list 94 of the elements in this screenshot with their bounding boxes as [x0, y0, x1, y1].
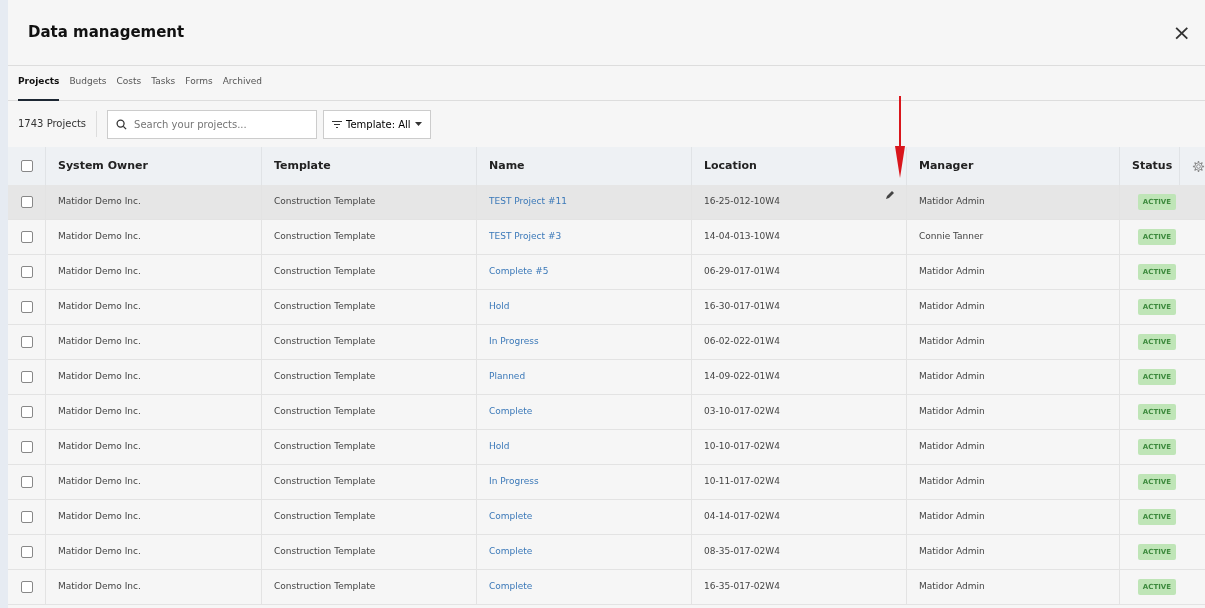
select-all-checkbox[interactable]: [20, 160, 33, 172]
tab[interactable]: Projects: [18, 65, 60, 101]
project-link[interactable]: Complete #5: [489, 265, 549, 279]
pencil-icon[interactable]: [885, 191, 894, 200]
table-cell: Matidor Admin: [919, 300, 985, 314]
column-header: Name: [489, 157, 525, 174]
row-checkbox[interactable]: [20, 441, 33, 453]
table-cell: 16-30-017-01W4: [704, 300, 780, 314]
row-checkbox[interactable]: [20, 266, 33, 278]
row-checkbox[interactable]: [20, 371, 33, 383]
table-cell: Construction Template: [274, 545, 376, 559]
table-cell: Matidor Demo Inc.: [58, 580, 141, 594]
table-cell: Matidor Demo Inc.: [58, 545, 141, 559]
tab[interactable]: Archived: [222, 65, 263, 101]
table-cell: Matidor Admin: [919, 265, 985, 279]
project-link[interactable]: Planned: [489, 370, 526, 384]
project-link[interactable]: Hold: [489, 440, 510, 454]
template-filter[interactable]: Template: All: [323, 109, 431, 139]
table-cell: 10-11-017-02W4: [704, 475, 780, 489]
table-cell: Matidor Admin: [919, 335, 985, 349]
project-count: 1743 Projects: [18, 111, 98, 137]
tab[interactable]: Tasks: [151, 65, 176, 101]
column-header: Template: [274, 157, 331, 174]
row-checkbox[interactable]: [20, 476, 33, 488]
row-checkbox[interactable]: [20, 231, 33, 243]
row-checkbox[interactable]: [20, 546, 33, 558]
table-cell: Construction Template: [274, 265, 376, 279]
table-cell: Construction Template: [274, 370, 376, 384]
tab[interactable]: Forms: [185, 65, 213, 101]
table-cell: 14-09-022-01W4: [704, 370, 780, 384]
table-cell: Matidor Admin: [919, 475, 985, 489]
settings-icon[interactable]: [1192, 159, 1205, 173]
column-header: Location: [704, 157, 757, 174]
project-link[interactable]: Complete: [489, 545, 533, 559]
table-cell: 06-29-017-01W4: [704, 265, 780, 279]
caret-icon: [414, 122, 422, 126]
project-link[interactable]: In Progress: [489, 475, 539, 489]
close-button[interactable]: ×: [1168, 21, 1195, 44]
table-cell: 04-14-017-02W4: [704, 510, 780, 524]
table-cell: Matidor Admin: [919, 545, 985, 559]
table-cell: Matidor Demo Inc.: [58, 510, 141, 524]
table-cell: Matidor Demo Inc.: [58, 475, 141, 489]
row-checkbox[interactable]: [20, 336, 33, 348]
table-cell: Construction Template: [274, 510, 376, 524]
table-cell: 16-25-012-10W4: [704, 195, 780, 209]
table-cell: Matidor Demo Inc.: [58, 195, 141, 209]
project-link[interactable]: Complete: [489, 510, 533, 524]
table-cell: Construction Template: [274, 475, 376, 489]
table-cell: Construction Template: [274, 230, 376, 244]
table-cell: 08-35-017-02W4: [704, 545, 780, 559]
table-cell: Matidor Demo Inc.: [58, 265, 141, 279]
row-checkbox[interactable]: [20, 301, 33, 313]
table-cell: Matidor Demo Inc.: [58, 440, 141, 454]
project-link[interactable]: Hold: [489, 300, 510, 314]
table-cell: Construction Template: [274, 335, 376, 349]
project-link[interactable]: Complete: [489, 405, 533, 419]
tab[interactable]: Costs: [116, 65, 142, 101]
table-cell: Matidor Demo Inc.: [58, 300, 141, 314]
table-cell: Matidor Admin: [919, 440, 985, 454]
table-cell: Matidor Demo Inc.: [58, 370, 141, 384]
table-cell: Matidor Demo Inc.: [58, 335, 141, 349]
table-cell: Matidor Admin: [919, 405, 985, 419]
table-cell: Matidor Admin: [919, 580, 985, 594]
filter-icon: [332, 120, 343, 128]
table-cell: Matidor Admin: [919, 510, 985, 524]
table-cell: Matidor Admin: [919, 195, 985, 209]
row-checkbox[interactable]: [20, 511, 33, 523]
table-cell: Construction Template: [274, 405, 376, 419]
search-field[interactable]: Search your projects...: [107, 109, 318, 139]
row-checkbox[interactable]: [20, 406, 33, 418]
project-link[interactable]: TEST Project #11: [489, 195, 567, 209]
project-link[interactable]: Complete: [489, 580, 533, 594]
project-link[interactable]: In Progress: [489, 335, 539, 349]
row-checkbox[interactable]: [20, 581, 33, 593]
tab[interactable]: Budgets: [69, 65, 107, 101]
table-cell: 10-10-017-02W4: [704, 440, 780, 454]
table-cell: 16-35-017-02W4: [704, 580, 780, 594]
table-cell: Construction Template: [274, 580, 376, 594]
row-checkbox[interactable]: [20, 196, 33, 208]
table-cell: 14-04-013-10W4: [704, 230, 780, 244]
table-cell: Matidor Demo Inc.: [58, 230, 141, 244]
table-cell: Construction Template: [274, 440, 376, 454]
project-link[interactable]: TEST Project #3: [489, 230, 562, 244]
dialog-title: Data management: [28, 22, 185, 44]
table-cell: Matidor Demo Inc.: [58, 405, 141, 419]
table-cell: 03-10-017-02W4: [704, 405, 780, 419]
table-cell: Matidor Admin: [919, 370, 985, 384]
column-header: System Owner: [58, 157, 148, 174]
table-cell: Construction Template: [274, 195, 376, 209]
table-cell: Construction Template: [274, 300, 376, 314]
column-header: Manager: [919, 157, 974, 174]
column-header: Status: [1132, 157, 1173, 174]
table-cell: Connie Tanner: [919, 230, 984, 244]
table-cell: 06-02-022-01W4: [704, 335, 780, 349]
